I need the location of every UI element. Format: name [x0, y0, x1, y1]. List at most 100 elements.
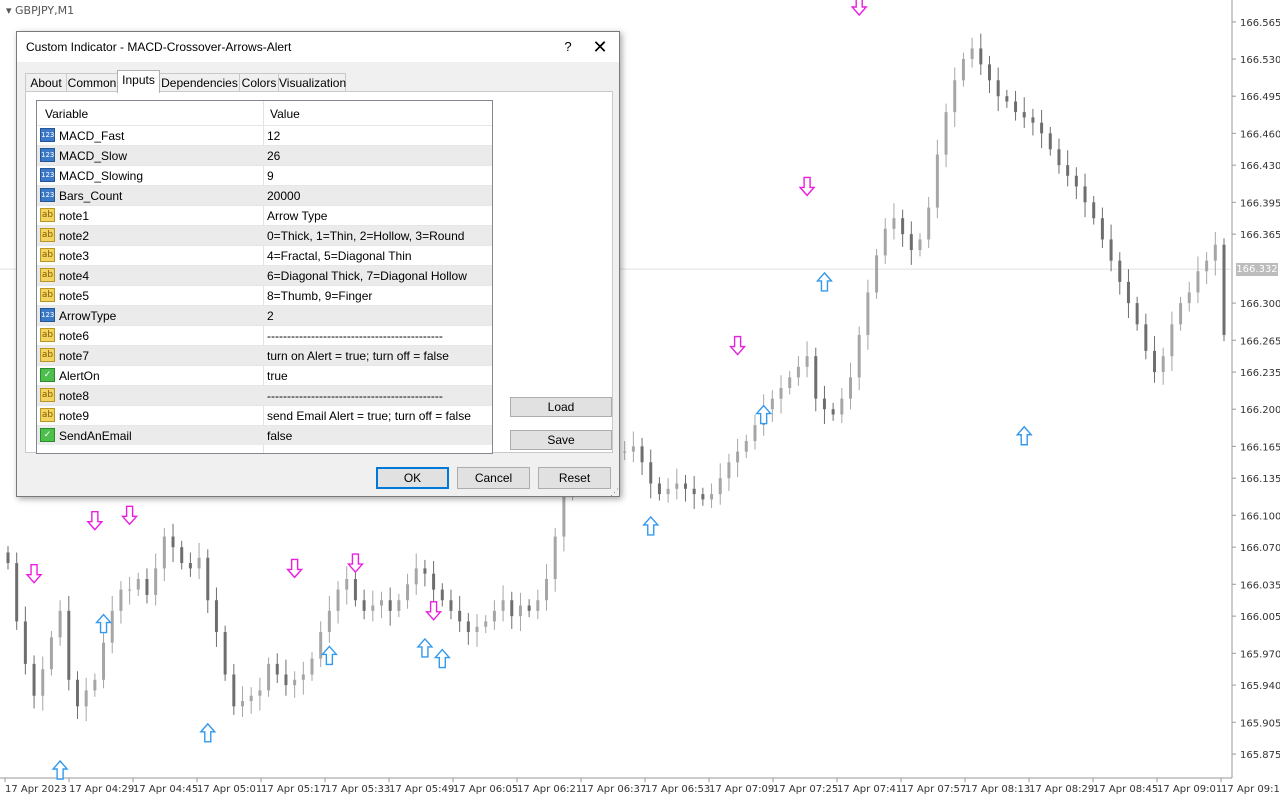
table-row[interactable]: 123 MACD_Fast 12	[37, 125, 492, 145]
close-button[interactable]: ✕	[589, 36, 611, 58]
sell-arrow-icon	[25, 563, 43, 584]
reset-button[interactable]: Reset	[538, 467, 611, 489]
candle-body	[345, 579, 349, 590]
variable-value[interactable]: 6=Diagonal Thick, 7=Diagonal Hollow	[267, 269, 467, 283]
tab-inputs[interactable]: Inputs	[117, 70, 160, 93]
tab-dependencies[interactable]: Dependencies	[159, 73, 240, 92]
candle-body	[414, 568, 418, 585]
variable-value[interactable]: 2	[267, 309, 274, 323]
variable-value[interactable]: ----------------------------------------…	[267, 389, 443, 403]
variable-name: MACD_Slowing	[59, 169, 144, 183]
candle-body	[84, 690, 88, 707]
variable-name: MACD_Slow	[59, 149, 128, 163]
string-type-icon: ab	[40, 268, 55, 282]
variable-value[interactable]: send Email Alert = true; turn off = fals…	[267, 409, 471, 423]
variable-value[interactable]: Arrow Type	[267, 209, 327, 223]
variable-value[interactable]: 0=Thick, 1=Thin, 2=Hollow, 3=Round	[267, 229, 464, 243]
cancel-button[interactable]: Cancel	[457, 467, 530, 489]
candle-body	[675, 483, 679, 489]
save-button[interactable]: Save	[510, 430, 612, 450]
price-label: 166.100	[1240, 511, 1280, 522]
candle-body	[831, 409, 835, 415]
candle-body	[284, 674, 288, 686]
candle-body	[388, 600, 392, 611]
candle-body	[649, 462, 653, 484]
variable-value[interactable]: ----------------------------------------…	[267, 329, 443, 343]
tab-about[interactable]: About	[25, 73, 67, 92]
table-row[interactable]: 123 Bars_Count 20000	[37, 185, 492, 205]
table-row[interactable]: ab note2 0=Thick, 1=Thin, 2=Hollow, 3=Roun…	[37, 225, 492, 245]
help-button[interactable]: ?	[557, 37, 579, 57]
variable-value[interactable]: 12	[267, 129, 280, 143]
candle-body	[640, 446, 644, 463]
table-row[interactable]: ab note6 ---------------------------------…	[37, 325, 492, 345]
price-label: 165.905	[1240, 718, 1280, 729]
load-button[interactable]: Load	[510, 397, 612, 417]
candle-body	[1092, 202, 1096, 219]
table-row[interactable]: ab note3 4=Fractal, 5=Diagonal Thin	[37, 245, 492, 265]
tab-common[interactable]: Common	[66, 73, 118, 92]
variable-value[interactable]: false	[267, 429, 292, 443]
dropdown-triangle-icon[interactable]: ▾	[6, 4, 12, 17]
ok-button[interactable]: OK	[376, 467, 449, 489]
custom-indicator-dialog: Custom Indicator - MACD-Crossover-Arrows…	[16, 31, 620, 497]
table-row[interactable]: 123 ArrowType 2	[37, 305, 492, 325]
table-row[interactable]: ab note8 ---------------------------------…	[37, 385, 492, 405]
candle-body	[987, 64, 991, 81]
sell-arrow-icon	[121, 505, 139, 526]
table-row[interactable]: ab note4 6=Diagonal Thick, 7=Diagonal Holl…	[37, 265, 492, 285]
table-row[interactable]: ab note7 turn on Alert = true; turn off = …	[37, 345, 492, 365]
integer-type-icon: 123	[40, 148, 55, 162]
variable-value[interactable]: turn on Alert = true; turn off = false	[267, 349, 449, 363]
sell-arrow-icon	[346, 553, 364, 574]
tab-colors[interactable]: Colors	[239, 73, 279, 92]
inputs-panel: Variable Value 123 MACD_Fast 12 123 MACD_Slo…	[25, 91, 613, 454]
resize-grip-icon[interactable]: ⋰	[610, 487, 619, 498]
table-row[interactable]: ✓ SendAnEmail false	[37, 425, 492, 445]
candle-body	[241, 701, 245, 707]
time-label: 17 Apr 05:49	[389, 784, 454, 795]
candle-body	[336, 589, 340, 611]
candle-body	[492, 610, 496, 622]
variable-value[interactable]: 4=Fractal, 5=Diagonal Thin	[267, 249, 412, 263]
header-value[interactable]: Value	[270, 107, 300, 121]
candle-body	[979, 48, 983, 65]
candle-body	[779, 388, 783, 399]
table-row[interactable]: 123 MACD_Slowing 9	[37, 165, 492, 185]
variable-value[interactable]: true	[267, 369, 288, 383]
dialog-titlebar[interactable]: Custom Indicator - MACD-Crossover-Arrows…	[17, 32, 619, 62]
candle-body	[1109, 239, 1113, 261]
variable-value[interactable]: 9	[267, 169, 274, 183]
candle-body	[996, 80, 1000, 97]
header-variable[interactable]: Variable	[45, 107, 88, 121]
sell-arrow-icon	[425, 601, 443, 621]
table-row[interactable]: ✓ AlertOn true	[37, 365, 492, 385]
variable-value[interactable]: 26	[267, 149, 280, 163]
candle-body	[1031, 117, 1035, 123]
candle-body	[1187, 292, 1191, 304]
time-label: 17 Apr 05:33	[325, 784, 390, 795]
price-label: 166.200	[1240, 405, 1280, 416]
candle-body	[788, 377, 792, 388]
table-row[interactable]: 123 MACD_Slow 26	[37, 145, 492, 165]
variable-name: AlertOn	[59, 369, 100, 383]
candle-body	[944, 112, 948, 155]
candle-body	[1022, 112, 1026, 118]
sell-arrow-icon	[798, 176, 816, 197]
variable-value[interactable]: 8=Thumb, 9=Finger	[267, 289, 372, 303]
price-label: 166.395	[1240, 198, 1280, 209]
candle-body	[631, 446, 635, 452]
table-row[interactable]: ab note9 send Email Alert = true; turn off…	[37, 405, 492, 425]
candle-body	[232, 674, 236, 707]
table-row[interactable]: ab note1 Arrow Type	[37, 205, 492, 225]
buy-arrow-icon	[95, 613, 113, 634]
string-type-icon: ab	[40, 288, 55, 302]
tab-visualization[interactable]: Visualization	[278, 73, 346, 92]
buy-arrow-icon	[815, 271, 833, 292]
candle-body	[553, 536, 557, 579]
candle-body	[805, 356, 809, 367]
string-type-icon: ab	[40, 388, 55, 402]
table-row[interactable]: ab note5 8=Thumb, 9=Finger	[37, 285, 492, 305]
variable-value[interactable]: 20000	[267, 189, 300, 203]
time-label: 17 Apr 07:25	[773, 784, 838, 795]
